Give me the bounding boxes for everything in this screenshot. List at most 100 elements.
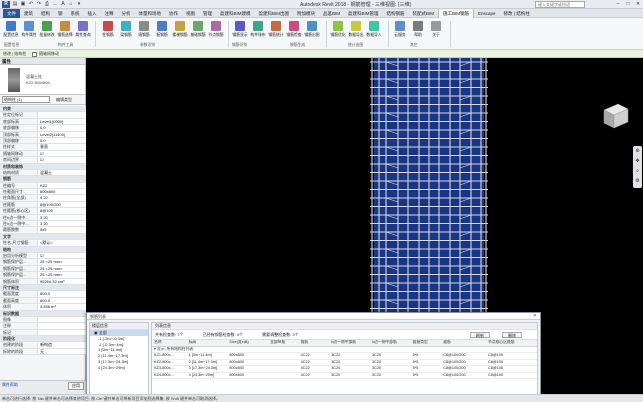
ribbon-button-13[interactable]: 构件排布 xyxy=(250,21,266,43)
ribbon-button-21[interactable]: 帮助 xyxy=(410,21,426,43)
ribbon-button-1[interactable]: 构件属性 xyxy=(21,21,37,43)
tab-17[interactable]: 结构钢筋 xyxy=(383,9,409,18)
ribbon-button-0[interactable]: 配置信息 xyxy=(3,21,19,43)
property-value[interactable]: 无 xyxy=(38,348,86,355)
ribbon-button-18[interactable]: 数据导出 xyxy=(348,21,364,43)
tab-18[interactable]: 装配式BIM xyxy=(409,9,439,18)
apply-button[interactable]: 应用 xyxy=(68,382,84,390)
tab-3[interactable]: 钢 xyxy=(54,9,67,18)
property-value[interactable]: ☑ xyxy=(38,150,86,157)
property-value[interactable]: 8@100 xyxy=(38,208,86,214)
property-value[interactable]: 3 20 xyxy=(38,214,86,221)
ribbon-button-9[interactable]: 楼梯钢筋 xyxy=(172,21,188,43)
ribbon-button-19[interactable]: 数据导入 xyxy=(366,21,382,43)
ribbon-button-15[interactable]: 钢筋检查 xyxy=(286,21,302,43)
ribbon-button-22[interactable]: 关于 xyxy=(428,21,444,43)
steering-wheel-icon[interactable]: ⊕ xyxy=(633,146,642,156)
ribbon-button-4[interactable]: 属性查询 xyxy=(75,21,91,43)
measure-icon[interactable]: ↔ xyxy=(52,1,58,7)
table-row[interactable]: KZ4-800x... 4 [24.3m~29m] 800x800 4C22 3C20 3… xyxy=(152,372,537,379)
floor-tree-item[interactable]: 4 [24.3m~29m] xyxy=(90,365,148,371)
property-value[interactable]: ☑ xyxy=(38,252,86,259)
property-value[interactable]: 0.0 xyxy=(38,125,86,131)
undo-icon[interactable]: ↶ xyxy=(28,1,34,7)
app-logo-button[interactable]: R xyxy=(2,1,10,8)
search-input[interactable]: 键入关键字或短语 xyxy=(535,1,585,8)
close-icon[interactable]: ✕ xyxy=(635,1,641,7)
minimize-icon[interactable]: – xyxy=(615,1,621,7)
delete-button[interactable]: 删除 xyxy=(502,332,522,338)
property-value[interactable]: 25 <25 mm> xyxy=(38,259,86,265)
property-value[interactable] xyxy=(38,112,86,118)
view-3d-icon[interactable]: ⌂ xyxy=(68,1,74,7)
property-value[interactable]: 5x5 xyxy=(38,227,86,233)
viewcube-icon[interactable] xyxy=(598,98,632,132)
maximize-icon[interactable]: □ xyxy=(625,1,631,7)
property-value[interactable]: 95264.32 cm³ xyxy=(38,278,86,284)
instance-selector[interactable]: 结构柱 (1) xyxy=(2,96,50,103)
ribbon-button-2[interactable]: 批量修改 xyxy=(39,21,55,43)
property-value[interactable]: 0.0 xyxy=(38,137,86,144)
ribbon-button-6[interactable]: 梁钢筋 xyxy=(118,21,134,43)
ribbon-button-20[interactable]: 云服务 xyxy=(392,21,408,43)
tab-7[interactable]: 分析 xyxy=(118,9,135,18)
ribbon-button-10[interactable]: 基础钢筋 xyxy=(190,21,206,43)
tab-1[interactable]: 建筑 xyxy=(20,9,37,18)
pan-icon[interactable]: ✥ xyxy=(633,156,642,166)
property-value[interactable]: 新构造 xyxy=(38,342,86,348)
property-value[interactable]: 垂直 xyxy=(38,144,86,150)
ribbon-button-7[interactable]: 墙钢筋 xyxy=(136,21,152,43)
redo-icon[interactable]: ↷ xyxy=(36,1,42,7)
property-value[interactable]: 800.0 xyxy=(38,291,86,297)
tab-12[interactable]: 盈建科BIM建模 xyxy=(216,9,255,18)
property-value[interactable]: <默认> xyxy=(38,240,86,246)
property-value[interactable]: 3 20 xyxy=(38,221,86,227)
ribbon-button-8[interactable]: 板钢筋 xyxy=(154,21,170,43)
tab-5[interactable]: 插入 xyxy=(84,9,101,18)
ribbon-button-16[interactable]: 钢筋出图 xyxy=(304,21,320,43)
tab-4[interactable]: 系统 xyxy=(67,9,84,18)
tab-0[interactable]: 文件 xyxy=(3,8,20,18)
edit-type-button[interactable]: 编辑类型 xyxy=(56,97,72,103)
property-value[interactable]: 25 <25 mm> xyxy=(38,265,86,272)
tab-14[interactable]: 附加模块 xyxy=(293,9,319,18)
tab-15[interactable]: 品茗BIM xyxy=(319,9,344,18)
property-value[interactable]: KZ2 xyxy=(38,182,86,189)
ribbon-button-11[interactable]: 节点钢筋 xyxy=(208,21,224,43)
orbit-icon[interactable]: ⚙ xyxy=(633,176,642,186)
zoom-icon[interactable]: ⌕ xyxy=(633,166,642,176)
property-value[interactable]: 4 22 xyxy=(38,195,86,201)
tab-11[interactable]: 管理 xyxy=(199,9,216,18)
tab-20[interactable]: Enscape xyxy=(474,9,500,18)
print-icon[interactable]: ⎙ xyxy=(44,1,50,7)
text-icon[interactable]: A xyxy=(60,1,66,7)
property-value[interactable]: 25 <25 mm> xyxy=(38,272,86,278)
property-value[interactable]: ☑ xyxy=(38,157,86,163)
property-value[interactable] xyxy=(38,316,86,323)
dialog-close-icon[interactable]: ✕ xyxy=(533,313,537,320)
tab-8[interactable]: 体量和场地 xyxy=(135,9,166,18)
tab-2[interactable]: 结构 xyxy=(37,9,54,18)
open-icon[interactable]: ▤ xyxy=(12,1,18,7)
property-value[interactable]: 8@100/200 xyxy=(38,201,86,208)
tab-19[interactable]: 施工BIM钢筋 xyxy=(438,8,475,18)
property-value[interactable] xyxy=(38,323,86,329)
property-value[interactable]: 混凝土 xyxy=(38,169,86,176)
property-value[interactable]: 800.0 xyxy=(38,297,86,304)
tab-9[interactable]: 协作 xyxy=(165,9,182,18)
tab-16[interactable]: 盈建科BIM管理 xyxy=(344,9,383,18)
property-value[interactable]: Level1(0000) xyxy=(38,118,86,125)
tab-10[interactable]: 视图 xyxy=(182,9,199,18)
property-value[interactable]: 3.456 m³ xyxy=(38,304,86,310)
tab-21[interactable]: 修改 | 结构柱 xyxy=(500,9,534,18)
property-value[interactable]: 800x800 xyxy=(38,189,86,195)
property-value[interactable]: Level2(11400) xyxy=(38,131,86,137)
dropdown-icon[interactable]: ▾ xyxy=(76,1,82,7)
refresh-button[interactable]: 刷新 xyxy=(470,332,490,338)
ribbon-button-12[interactable]: 钢筋显示 xyxy=(232,21,248,43)
tab-13[interactable]: 盈建科BIM出图 xyxy=(255,9,294,18)
properties-help-link[interactable]: 属性帮助 xyxy=(2,382,18,388)
move-with-grid-checkbox[interactable]: 随轴网移动 xyxy=(32,51,59,57)
ribbon-button-14[interactable]: 钢筋统计 xyxy=(268,21,284,43)
ribbon-button-5[interactable]: 柱钢筋 xyxy=(100,21,116,43)
